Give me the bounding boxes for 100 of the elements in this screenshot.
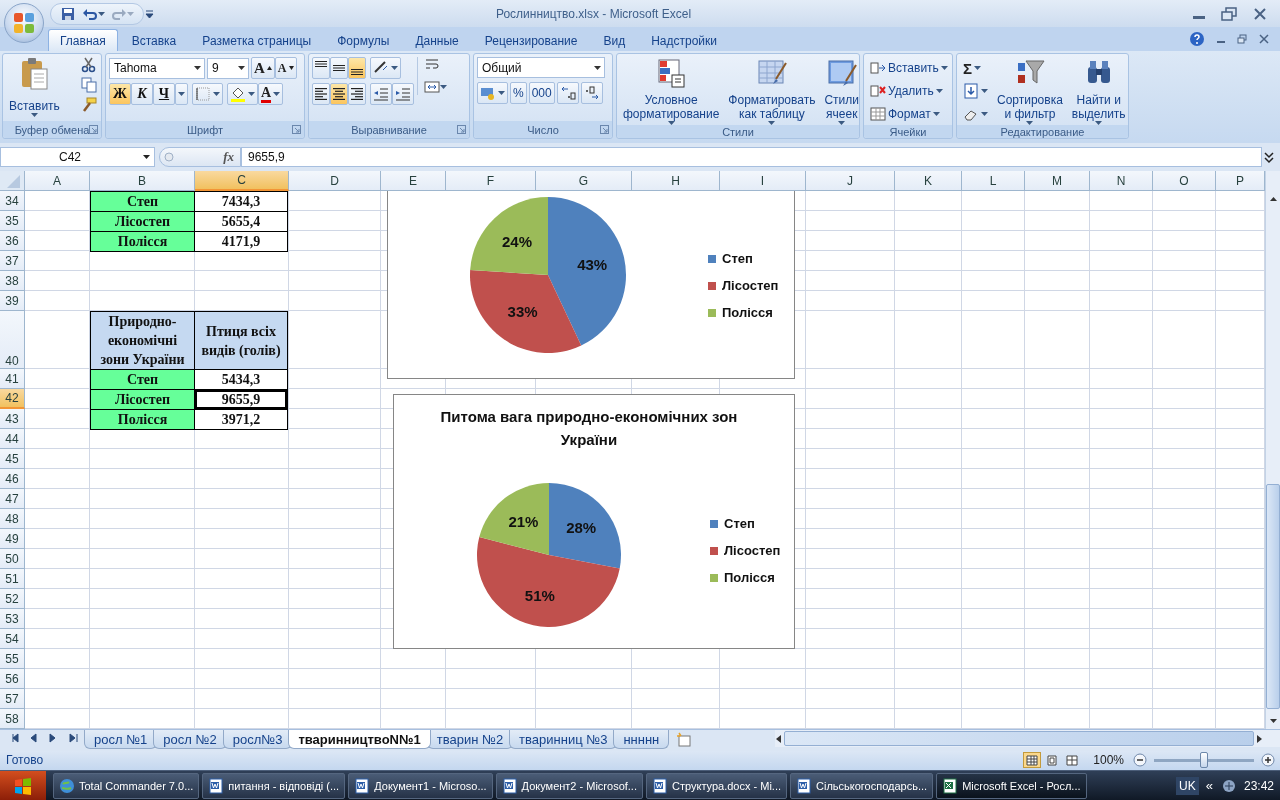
orientation-button[interactable] bbox=[370, 57, 401, 80]
ribbon-tab[interactable]: Главная bbox=[48, 29, 118, 52]
ribbon-tab[interactable]: Вид bbox=[591, 29, 638, 52]
column-header[interactable]: F bbox=[446, 171, 536, 192]
copy-button[interactable] bbox=[79, 77, 98, 94]
ribbon-tab[interactable]: Формулы bbox=[325, 29, 402, 52]
font-size-field[interactable]: 9 bbox=[207, 57, 249, 79]
cells-button[interactable]: Вставить bbox=[867, 57, 951, 80]
row-header[interactable]: 58 bbox=[0, 709, 25, 730]
decrease-decimal-button[interactable] bbox=[580, 82, 603, 105]
ribbon-tab[interactable]: Вставка bbox=[119, 29, 189, 52]
restore-button[interactable] bbox=[1236, 34, 1248, 45]
row-header[interactable]: 34 bbox=[0, 191, 25, 212]
underline-button[interactable]: Ч bbox=[153, 83, 175, 106]
row-header[interactable]: 56 bbox=[0, 669, 25, 690]
column-header[interactable]: A bbox=[25, 171, 90, 192]
align-button[interactable] bbox=[348, 57, 366, 80]
row-header[interactable]: 46 bbox=[0, 469, 25, 490]
column-header[interactable]: M bbox=[1025, 171, 1090, 192]
column-header[interactable]: B bbox=[90, 171, 195, 192]
thousands-button[interactable]: 000 bbox=[528, 82, 555, 105]
scrollbar-thumb[interactable] bbox=[784, 731, 1254, 747]
column-header[interactable]: L bbox=[962, 171, 1025, 192]
styles-button[interactable]: Форматировать как таблицу bbox=[725, 57, 819, 126]
language-indicator[interactable]: UK bbox=[1176, 776, 1199, 795]
row-header[interactable]: 50 bbox=[0, 549, 25, 570]
currency-button[interactable] bbox=[477, 82, 508, 105]
grow-font-button[interactable]: A bbox=[251, 57, 275, 80]
taskbar-item[interactable]: питання - відповіді (... bbox=[202, 772, 346, 799]
row-header[interactable]: 55 bbox=[0, 649, 25, 670]
ribbon-tab[interactable]: Данные bbox=[403, 29, 471, 52]
start-button[interactable] bbox=[0, 770, 46, 800]
sheet-tab[interactable]: ннннн bbox=[613, 730, 670, 750]
column-header[interactable]: E bbox=[381, 171, 446, 192]
row-header[interactable]: 38 bbox=[0, 271, 25, 292]
close-button[interactable] bbox=[1258, 34, 1270, 45]
row-header[interactable]: 47 bbox=[0, 489, 25, 510]
scroll-left-button[interactable] bbox=[775, 734, 782, 743]
sheet-nav-button[interactable] bbox=[66, 733, 80, 744]
row-header[interactable]: 48 bbox=[0, 509, 25, 530]
row-header[interactable]: 43 bbox=[0, 409, 25, 430]
taskbar-item[interactable]: Total Commander 7.0... bbox=[53, 772, 200, 799]
row-header[interactable]: 52 bbox=[0, 589, 25, 610]
ribbon-tab[interactable]: Разметка страницы bbox=[190, 29, 324, 52]
column-header[interactable]: N bbox=[1090, 171, 1153, 192]
editing-button[interactable]: Найти и выделить bbox=[1068, 57, 1129, 126]
column-header[interactable]: C bbox=[195, 171, 289, 192]
row-header[interactable]: 37 bbox=[0, 251, 25, 272]
row-header[interactable]: 36 bbox=[0, 231, 25, 252]
row-header[interactable]: 41 bbox=[0, 369, 25, 390]
font-color-button[interactable]: A bbox=[258, 83, 284, 106]
taskbar-item[interactable]: Структура.docx - Mi... bbox=[646, 772, 787, 799]
zoom-out-button[interactable] bbox=[1132, 753, 1148, 768]
sheet-tab[interactable]: тваринництвоN№1 bbox=[288, 730, 431, 750]
taskbar-item[interactable]: Документ1 - Microso... bbox=[348, 772, 493, 799]
ribbon-tab[interactable]: Надстройки bbox=[639, 29, 729, 52]
align-button[interactable] bbox=[312, 57, 330, 80]
styles-button[interactable]: Условное форматирование bbox=[620, 57, 723, 126]
percent-button[interactable]: % bbox=[510, 82, 527, 105]
borders-button[interactable] bbox=[192, 83, 223, 106]
sheet-tab[interactable]: росл №2 bbox=[153, 730, 227, 750]
row-header[interactable]: 39 bbox=[0, 291, 25, 312]
align-button[interactable] bbox=[348, 83, 366, 106]
row-header[interactable]: 44 bbox=[0, 429, 25, 450]
taskbar-item[interactable]: Microsoft Excel - Росл... bbox=[936, 772, 1087, 799]
row-header[interactable]: 54 bbox=[0, 629, 25, 650]
fill-color-button[interactable] bbox=[227, 83, 258, 106]
column-header[interactable]: D bbox=[289, 171, 381, 192]
cut-button[interactable] bbox=[79, 57, 98, 74]
row-header[interactable]: 40 bbox=[0, 311, 25, 370]
zoom-slider-thumb[interactable] bbox=[1200, 751, 1208, 768]
formula-field[interactable]: 9655,9 bbox=[241, 147, 1262, 168]
row-header[interactable]: 57 bbox=[0, 689, 25, 710]
close-button[interactable] bbox=[1252, 6, 1268, 21]
name-box[interactable]: C42 bbox=[0, 147, 155, 168]
zoom-in-button[interactable] bbox=[1260, 753, 1276, 768]
scroll-right-button[interactable] bbox=[1256, 734, 1263, 743]
editing-button[interactable]: Сортировка и фильтр bbox=[994, 57, 1066, 126]
view-button[interactable] bbox=[1023, 752, 1042, 769]
italic-button[interactable]: К bbox=[131, 83, 153, 106]
row-header[interactable]: 42 bbox=[0, 389, 25, 410]
taskbar-item[interactable]: Сільськогосподарсь... bbox=[790, 772, 934, 799]
save-button[interactable] bbox=[59, 5, 77, 22]
align-button[interactable] bbox=[330, 83, 348, 106]
shrink-font-button[interactable]: A bbox=[274, 57, 297, 80]
align-button[interactable] bbox=[330, 57, 348, 80]
row-header[interactable]: 51 bbox=[0, 569, 25, 590]
cells-button[interactable]: Формат bbox=[867, 103, 951, 126]
column-header[interactable]: K bbox=[895, 171, 962, 192]
row-header[interactable]: 45 bbox=[0, 449, 25, 470]
styles-button[interactable]: Стили ячеек bbox=[821, 57, 862, 126]
row-header[interactable]: 53 bbox=[0, 609, 25, 630]
taskbar-item[interactable]: Документ2 - Microsof... bbox=[495, 772, 643, 799]
ribbon-tab[interactable]: Рецензирование bbox=[472, 29, 590, 52]
cells-button[interactable]: Удалить bbox=[867, 80, 951, 103]
underline-menu-button[interactable] bbox=[175, 83, 188, 106]
insert-function-button[interactable]: fx bbox=[159, 147, 241, 168]
column-header[interactable]: J bbox=[806, 171, 895, 192]
font-name-field[interactable]: Tahoma bbox=[109, 57, 205, 79]
number-format-field[interactable]: Общий bbox=[477, 57, 605, 79]
